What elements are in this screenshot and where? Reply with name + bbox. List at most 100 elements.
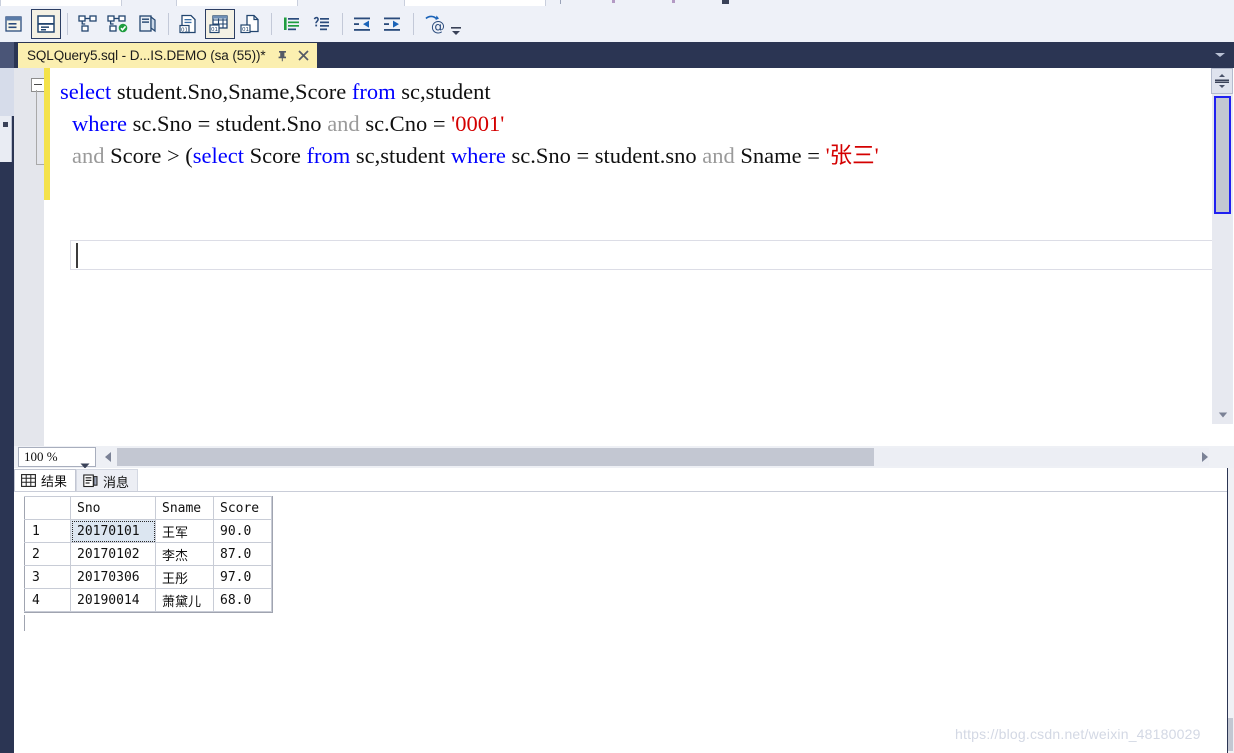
cell-score[interactable]: 90.0: [213, 519, 272, 543]
results-to-file-icon[interactable]: 01: [237, 10, 265, 38]
code-token: select: [60, 79, 112, 104]
text-caret: [76, 243, 78, 268]
zoom-level-dropdown[interactable]: 100 %: [18, 447, 96, 469]
column-header-score[interactable]: Score: [213, 496, 272, 520]
clipped-tick-c: [672, 0, 675, 3]
close-icon[interactable]: [296, 48, 311, 63]
svg-text:01: 01: [211, 27, 219, 33]
code-token: and: [72, 143, 105, 168]
parse-query-icon[interactable]: [74, 10, 102, 38]
tab-results[interactable]: 结果: [14, 469, 77, 492]
tab-sqlquery5[interactable]: SQLQuery5.sql - D...IS.DEMO (sa (55))*: [18, 43, 317, 68]
object-explorer-collapsed-tab[interactable]: [0, 116, 12, 162]
code-token: Sname =: [734, 143, 826, 168]
table-row[interactable]: 4 20190014 萧黛儿 68.0: [24, 588, 272, 612]
svg-text:01: 01: [242, 27, 250, 33]
uncomment-lines-icon[interactable]: [308, 10, 336, 38]
clipped-tick-a: [560, 0, 561, 4]
editor-text-area[interactable]: select student.Sno,Sname,Score from sc,s…: [50, 68, 1234, 446]
table-row[interactable]: 2 20170102 李杰 87.0: [24, 542, 272, 566]
tab-messages-label: 消息: [103, 475, 130, 491]
results-to-grid-icon[interactable]: 01: [205, 9, 235, 39]
comment-lines-icon[interactable]: [278, 10, 306, 38]
toolbar-separator-1: [67, 13, 68, 35]
row-number: 1: [24, 519, 71, 543]
code-token: sc.Cno =: [359, 111, 452, 136]
code-token: sc.Sno = student.Sno: [126, 111, 328, 136]
editor-vertical-scrollbar[interactable]: [1212, 94, 1233, 424]
object-explorer-tab-nub: [3, 122, 8, 127]
cell-score[interactable]: 68.0: [213, 588, 272, 612]
cell-sno[interactable]: 20170102: [70, 542, 156, 566]
cell-score[interactable]: 87.0: [213, 542, 272, 566]
table-row[interactable]: 3 20170306 王彤 97.0: [24, 565, 272, 589]
window-right-border: [1227, 468, 1228, 753]
pin-icon[interactable]: [276, 49, 290, 63]
toolbar-separator-3: [271, 13, 272, 35]
table-row[interactable]: 1 20170101 王军 90.0: [24, 519, 272, 543]
editor-gutter: [14, 68, 45, 446]
decrease-indent-icon[interactable]: [349, 10, 377, 38]
scroll-left-arrow-icon[interactable]: [100, 448, 116, 466]
grid-icon: [21, 474, 36, 487]
window-right-scrollbar[interactable]: [1227, 468, 1234, 753]
cell-sno[interactable]: 20170101: [70, 519, 156, 543]
editor-horizontal-scrollbar[interactable]: [117, 448, 1209, 466]
increase-indent-icon[interactable]: [379, 10, 407, 38]
row-number: 4: [24, 588, 71, 612]
code-token: student.Sno,Sname,Score: [111, 79, 352, 104]
cell-sno[interactable]: 20170306: [70, 565, 156, 589]
code-token: '0001': [451, 111, 505, 136]
split-pane-icon[interactable]: [1211, 68, 1233, 94]
fold-bracket-foot: [36, 164, 44, 165]
results-grid[interactable]: Sno Sname Score 1 20170101 王军 90.0 2 201…: [24, 496, 273, 613]
table-header-row: Sno Sname Score: [24, 496, 272, 520]
scrollbar-thumb[interactable]: [1214, 96, 1231, 214]
results-tab-bar: 结果 消息: [14, 468, 139, 492]
tab-messages[interactable]: 消息: [76, 469, 139, 492]
results-to-text-icon[interactable]: 01: [175, 10, 203, 38]
cell-sname[interactable]: 王彤: [155, 565, 214, 589]
sql-editor-toolbar: 01 01 01 @: [0, 6, 1234, 42]
left-rail-panel-edge: [0, 68, 14, 116]
scroll-down-arrow-icon[interactable]: [1212, 404, 1233, 424]
cell-sname[interactable]: 李杰: [155, 542, 214, 566]
toolbar-separator-4: [342, 13, 343, 35]
watermark: https://blog.csdn.net/weixin_48180029: [955, 726, 1201, 742]
collapse-minus-icon[interactable]: [31, 78, 45, 92]
results-table: Sno Sname Score 1 20170101 王军 90.0 2 201…: [24, 496, 272, 612]
toolbar-overflow-button[interactable]: [449, 10, 463, 38]
scroll-right-arrow-icon[interactable]: [1196, 448, 1212, 466]
cell-sname[interactable]: 萧黛儿: [155, 588, 214, 612]
scrollbar-thumb[interactable]: [117, 448, 874, 466]
results-pane: 结果 消息 Sno Sname Score 1 20170101 王军 90.0…: [14, 468, 1234, 753]
editor-status-bar: 100 %: [14, 446, 1234, 469]
sql-editor[interactable]: select student.Sno,Sname,Score from sc,s…: [14, 68, 1234, 446]
split-window-icon[interactable]: [31, 9, 61, 39]
code-line: and Score > (select Score from sc,studen…: [72, 140, 879, 172]
object-explorer-details-icon[interactable]: [1, 10, 29, 38]
column-header-sno[interactable]: Sno: [70, 496, 156, 520]
column-header-sname[interactable]: Sname: [155, 496, 214, 520]
clipped-tick-b: [612, 0, 615, 3]
code-token: '张三': [825, 143, 879, 168]
code-token: and: [702, 143, 735, 168]
results-tab-underline: [14, 491, 1234, 492]
code-line: select student.Sno,Sname,Score from sc,s…: [60, 76, 491, 108]
cell-sno[interactable]: 20190014: [70, 588, 156, 612]
code-token: where: [72, 111, 127, 136]
code-line: where sc.Sno = student.Sno and sc.Cno = …: [72, 108, 504, 140]
code-token: sc,student: [395, 79, 491, 104]
specify-values-for-template-parameters-icon[interactable]: @: [420, 10, 448, 38]
tab-list-chevron-icon[interactable]: [1212, 47, 1228, 63]
scrollbar-thumb[interactable]: [1228, 718, 1233, 751]
include-actual-plan-icon[interactable]: [134, 10, 162, 38]
cell-score[interactable]: 97.0: [213, 565, 272, 589]
code-token: from: [351, 79, 396, 104]
left-rail-highlight: [0, 42, 14, 68]
display-estimated-plan-icon[interactable]: [104, 10, 132, 38]
svg-text:@: @: [431, 19, 445, 34]
cell-sname[interactable]: 王军: [155, 519, 214, 543]
ssms-window: 01 01 01 @ SQLQuery5.sql - D...IS.DEMO (…: [0, 0, 1234, 753]
toolbar-separator-2: [168, 13, 169, 35]
